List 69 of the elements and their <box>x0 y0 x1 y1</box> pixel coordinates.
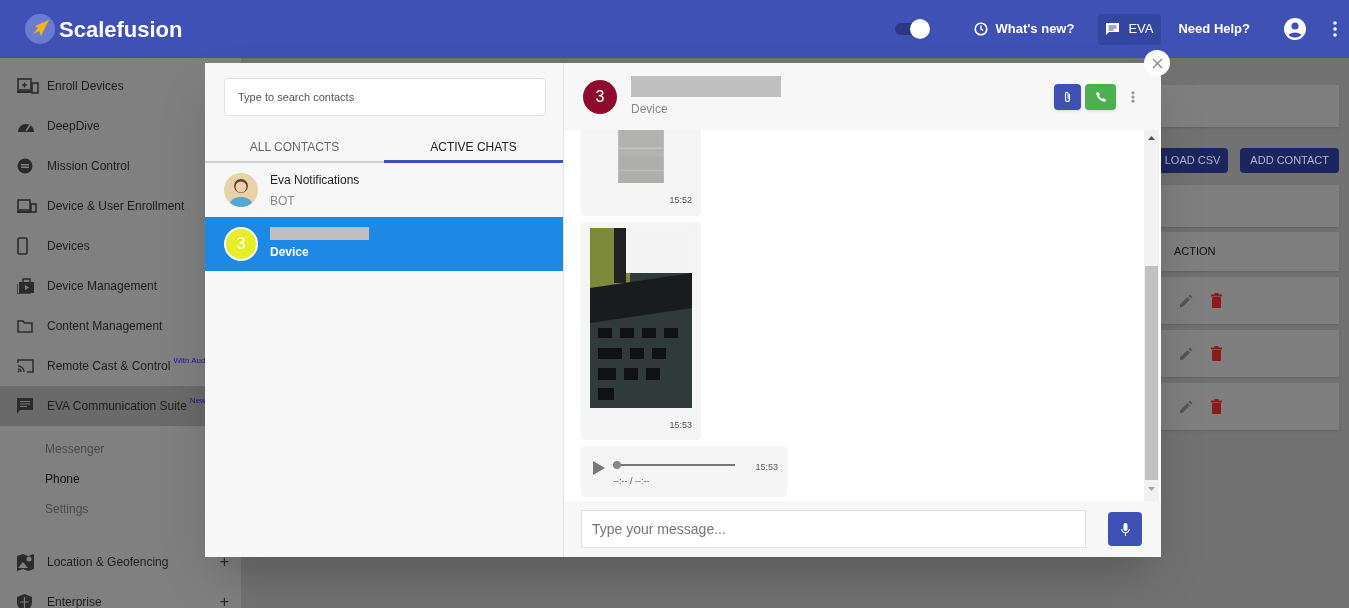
devices-icon <box>17 199 37 213</box>
message-time: 15:53 <box>669 418 692 432</box>
scroll-down-icon[interactable] <box>1148 487 1155 491</box>
message-field[interactable]: Type your message... <box>581 510 1086 548</box>
cast-icon <box>17 359 34 373</box>
close-icon <box>1151 57 1163 69</box>
microphone-icon <box>1120 522 1130 536</box>
theme-toggle[interactable] <box>894 19 931 39</box>
account-icon[interactable] <box>1284 18 1306 40</box>
chat-subtitle: Device <box>631 100 669 118</box>
audio-duration: --:-- / --:-- <box>613 475 651 488</box>
delete-icon[interactable] <box>1211 399 1222 414</box>
sidebar-label: Mission Control <box>47 158 130 175</box>
delete-icon[interactable] <box>1211 293 1222 308</box>
edit-icon[interactable] <box>1180 294 1193 307</box>
sidebar-label: Device & User Enrollment <box>47 198 185 215</box>
scrollbar-thumb[interactable] <box>1145 266 1158 480</box>
header-link[interactable]: Need Help? <box>1170 13 1258 45</box>
contact-subtitle: BOT <box>270 192 296 210</box>
mic-button[interactable] <box>1108 512 1142 546</box>
chat-icon <box>1106 23 1120 35</box>
map-icon <box>17 553 34 571</box>
contact-subtitle: Device <box>270 244 310 261</box>
phone-icon <box>17 237 28 255</box>
contact-item[interactable]: 3 Device <box>205 217 563 271</box>
avatar-badge: 3 <box>224 227 258 261</box>
sidebar-label: Devices <box>47 238 90 255</box>
devices-icon <box>17 78 39 94</box>
slider-thumb[interactable] <box>613 461 621 469</box>
call-button[interactable] <box>1085 83 1116 110</box>
sidebar-label: Enroll Devices <box>47 78 124 95</box>
paperclip-icon <box>1064 90 1071 103</box>
folder-icon <box>17 319 33 333</box>
expand-toggle[interactable]: + <box>219 590 229 608</box>
briefcase-icon <box>17 278 34 294</box>
sidebar-label: Location & Geofencing <box>47 554 169 571</box>
phone-icon <box>1095 91 1106 102</box>
logo-icon <box>25 14 55 44</box>
header-link[interactable]: EVA <box>1098 13 1162 45</box>
delete-icon[interactable] <box>1211 346 1222 361</box>
attach-button[interactable] <box>1054 83 1081 110</box>
sidebar-label: Enterprise <box>47 594 102 608</box>
brand-name: Scalefusion <box>59 15 183 44</box>
edit-icon[interactable] <box>1180 400 1193 413</box>
scroll-up-icon[interactable] <box>1148 136 1155 140</box>
sidebar-label: Content Management <box>47 318 163 335</box>
badge-label: New <box>189 395 206 407</box>
audio-track[interactable] <box>613 460 735 470</box>
sidebar-label: EVA Communication Suite <box>47 398 187 415</box>
message-icon <box>17 398 33 414</box>
circle-icon <box>17 158 33 174</box>
sidebar-label: Remote Cast & Control <box>47 358 171 375</box>
message-time: 15:52 <box>669 194 692 207</box>
sidebar-label: DeepDive <box>47 118 100 135</box>
header-link[interactable]: What's new? <box>966 13 1083 45</box>
edit-icon[interactable] <box>1180 347 1193 360</box>
column-header: ACTION <box>1174 244 1216 260</box>
avatar-badge: 3 <box>583 79 617 114</box>
contact-name: Eva Notifications <box>270 171 360 189</box>
badge-label: With Aud <box>173 355 206 367</box>
action-button[interactable]: ADD CONTACT <box>1240 148 1339 173</box>
shield-icon <box>17 593 32 608</box>
more-icon[interactable] <box>1333 21 1337 37</box>
message-time: 15:53 <box>755 461 778 474</box>
clock-icon <box>974 22 989 36</box>
search-field[interactable]: Type to search contacts <box>224 78 546 116</box>
play-icon[interactable] <box>593 461 605 475</box>
sidebar-label: Device Management <box>47 278 158 295</box>
avatar <box>224 173 258 207</box>
